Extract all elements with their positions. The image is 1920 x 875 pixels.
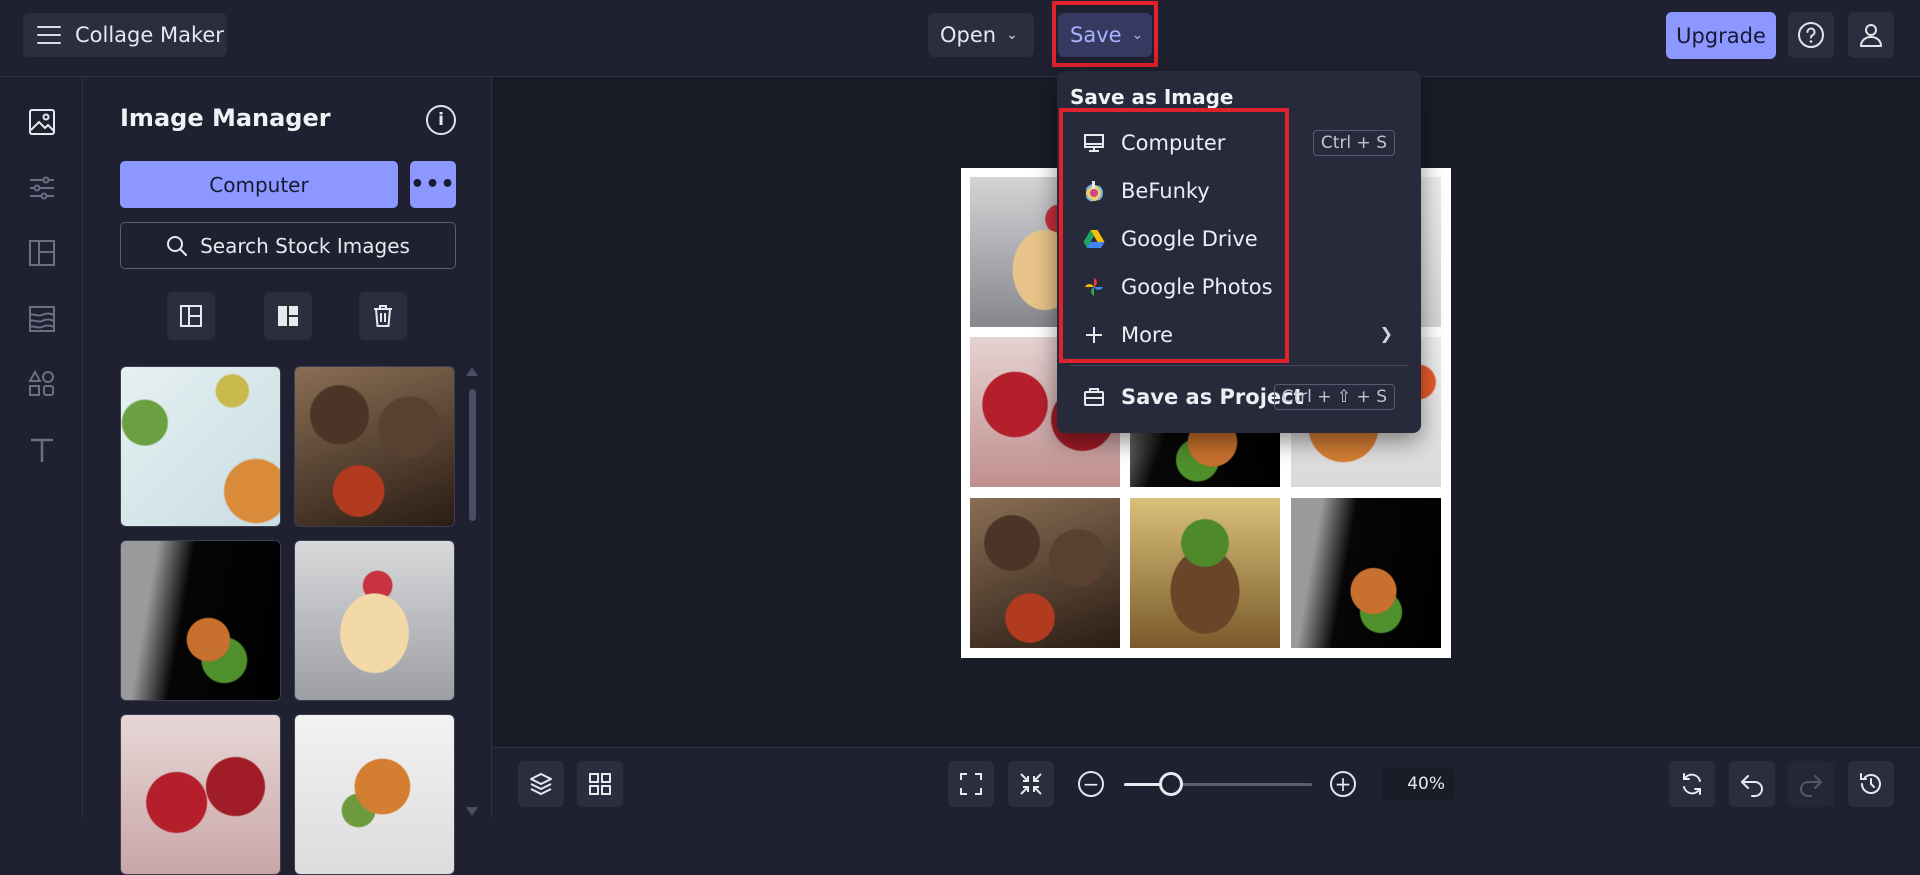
search-icon	[167, 235, 188, 256]
layouts-icon[interactable]	[26, 237, 58, 269]
refresh-icon	[1683, 773, 1701, 795]
actual-size-button[interactable]	[1008, 761, 1054, 807]
zoom-percentage[interactable]: 40%	[1381, 768, 1455, 800]
left-tool-rail	[0, 77, 83, 818]
zoom-in-icon[interactable]: +	[1330, 771, 1356, 797]
history-icon	[1860, 773, 1881, 794]
search-stock-label: Search Stock Images	[200, 233, 410, 258]
image-manager-panel: Image Manager i Computer ••• Search Stoc…	[83, 77, 492, 875]
expand-icon	[960, 773, 982, 795]
graphics-shapes-icon[interactable]	[26, 368, 58, 400]
fit-to-screen-button[interactable]	[948, 761, 994, 807]
panel-scrollbar[interactable]	[469, 389, 476, 521]
chevron-down-icon: ⌄	[1006, 27, 1018, 43]
open-button[interactable]: Open ⌄	[928, 13, 1034, 57]
image-manager-icon[interactable]	[26, 106, 58, 138]
adjust-sliders-icon[interactable]	[26, 172, 58, 204]
menu-divider	[1070, 365, 1408, 366]
save-options-highlight-box	[1059, 108, 1289, 363]
collage-cell[interactable]	[970, 498, 1120, 648]
user-icon	[1860, 24, 1882, 47]
reset-button[interactable]	[1669, 761, 1715, 807]
zoom-slider-handle[interactable]	[1159, 772, 1183, 796]
help-icon	[1798, 22, 1824, 48]
undo-icon	[1741, 775, 1763, 797]
account-button[interactable]	[1848, 12, 1894, 58]
chevron-right-icon: ❯	[1379, 324, 1393, 343]
computer-shortcut: Ctrl + S	[1312, 130, 1395, 156]
more-options-button[interactable]: •••	[410, 161, 456, 208]
grid-icon	[589, 773, 611, 795]
layers-icon	[530, 773, 552, 795]
save-as-image-header: Save as Image	[1070, 85, 1234, 109]
app-menu-button[interactable]: Collage Maker	[23, 13, 227, 57]
bottom-bar: − + 40%	[492, 747, 1920, 818]
redo-button[interactable]	[1788, 761, 1834, 807]
zoom-out-icon[interactable]: −	[1078, 771, 1104, 797]
delete-images-button[interactable]	[359, 292, 407, 340]
info-icon[interactable]: i	[426, 105, 456, 135]
scroll-down-arrow[interactable]	[466, 807, 478, 816]
image-thumbnail[interactable]	[294, 366, 455, 527]
project-shortcut: Ctrl + ⇧ + S	[1273, 384, 1395, 410]
image-thumbnail[interactable]	[294, 540, 455, 701]
help-button[interactable]	[1788, 12, 1834, 58]
history-button[interactable]	[1848, 761, 1894, 807]
app-title: Collage Maker	[75, 23, 224, 47]
backgrounds-icon[interactable]	[26, 303, 58, 335]
save-as-project-item[interactable]: Save as Project Ctrl + ⇧ + S	[1067, 376, 1411, 418]
text-icon[interactable]	[26, 434, 58, 466]
autofill-layout-button[interactable]	[167, 292, 215, 340]
image-thumbnail[interactable]	[120, 366, 281, 527]
briefcase-icon	[1083, 386, 1105, 408]
top-bar: Collage Maker Open ⌄ Save ⌄ Upgrade	[0, 0, 1920, 77]
compress-icon	[1020, 773, 1042, 795]
layout-icon	[180, 305, 202, 327]
scroll-up-arrow[interactable]	[466, 367, 478, 376]
panel-title: Image Manager	[120, 104, 331, 132]
upload-computer-button[interactable]: Computer	[120, 161, 398, 208]
layers-button[interactable]	[518, 761, 564, 807]
layout-filled-icon	[278, 306, 298, 326]
open-label: Open	[940, 23, 997, 47]
fill-layout-button[interactable]	[264, 292, 312, 340]
upgrade-button[interactable]: Upgrade	[1666, 12, 1776, 59]
collage-cell[interactable]	[1130, 498, 1280, 648]
hamburger-icon	[37, 26, 61, 44]
grid-view-button[interactable]	[577, 761, 623, 807]
image-thumbnail[interactable]	[120, 540, 281, 701]
save-highlight-box	[1052, 1, 1158, 67]
redo-icon	[1800, 775, 1822, 797]
collage-cell[interactable]	[1291, 498, 1441, 648]
image-thumbnail[interactable]	[120, 714, 281, 875]
image-thumbnail[interactable]	[294, 714, 455, 875]
undo-button[interactable]	[1729, 761, 1775, 807]
trash-icon	[374, 305, 392, 327]
search-stock-images-button[interactable]: Search Stock Images	[120, 222, 456, 269]
